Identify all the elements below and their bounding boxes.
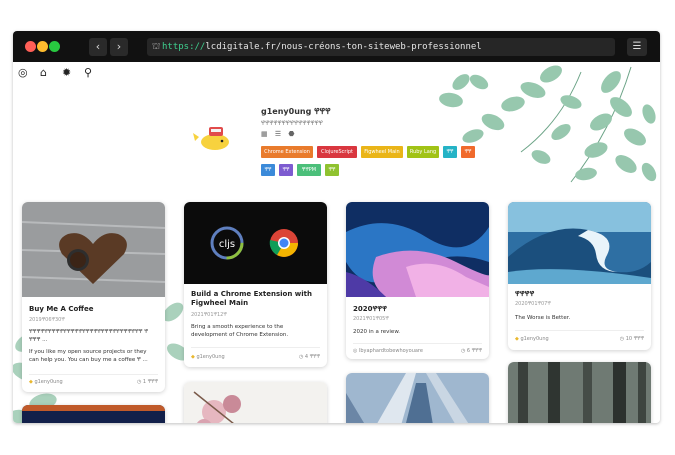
post-thumbnail <box>22 202 165 297</box>
page-content: ◎ ⌂ ✹ ⚲ g1eny0ung 𐐐𐐐𐐐 𐐐𐐐𐐐𐐐𐐐𐐐𐐐𐐐𐐐𐐐𐐐𐐐𐐐𐐐𐐐 ▦ … <box>13 62 660 423</box>
post-meta: ◆ g1eny0ung ◷ 4 𐐐𐐐𐐐 <box>191 354 320 362</box>
post-read-time: ◷ 6 𐐐𐐐𐐐 <box>460 348 482 354</box>
post-card[interactable]: 2020𐐐𐐐𐐐 2021𐐐01𐐐05𐐐 2020 in a review. ◎ … <box>346 202 489 359</box>
post-title[interactable]: Build a Chrome Extension with Figwheel M… <box>191 290 316 308</box>
post-title[interactable]: 𐐐𐐐𐐐𐐐 <box>515 290 534 299</box>
tag-figwheel-main[interactable]: Figwheel Main <box>361 146 403 158</box>
post-date: 2020𐐐01𐐐07𐐐 <box>515 301 551 307</box>
post-card[interactable] <box>508 362 651 423</box>
archive-icon[interactable]: ▦ <box>261 130 268 138</box>
card-divider <box>29 374 158 375</box>
post-thumbnail <box>346 202 489 297</box>
post-card[interactable] <box>184 382 327 423</box>
post-thumbnail <box>508 362 651 423</box>
post-excerpt: 𐐐𐐐𐐐𐐐𐐐𐐐𐐐𐐐𐐐𐐐𐐐𐐐𐐐𐐐𐐐𐐐𐐐𐐐𐐐𐐐𐐐𐐐𐐐𐐐𐐐𐐐𐐐𐐐𐐐𐐐 𐐐 𐐐𐐐𐐐 ... <box>29 329 149 343</box>
post-title[interactable]: Buy Me A Coffee <box>29 305 93 314</box>
profile-avatar <box>193 127 229 150</box>
post-card[interactable]: Buy Me A Coffee 2019𐐐06𐐐30𐐐 𐐐𐐐𐐐𐐐𐐐𐐐𐐐𐐐𐐐𐐐𐐐𐐐… <box>22 202 165 392</box>
post-thumbnail <box>184 382 327 423</box>
profile-username: g1eny0ung 𐐐𐐐𐐐 <box>261 107 331 116</box>
tag-item[interactable]: 𐐐𐐐 <box>261 164 275 176</box>
tag-item[interactable]: 𐐐𐐐 <box>461 146 475 158</box>
hamburger-icon: ☰ <box>632 41 642 52</box>
home-icon[interactable]: ⌂ <box>40 67 47 79</box>
post-excerpt: 2020 in a review. <box>353 329 401 335</box>
github-icon[interactable]: ◎ <box>18 67 28 79</box>
post-title[interactable]: 2020𐐐𐐐𐐐 <box>353 305 387 314</box>
card-divider <box>191 347 320 348</box>
cljs-logo-text: cljs <box>219 239 235 250</box>
address-bar[interactable]: ⛫ https://lcdigitale.fr/nous-créons-ton-… <box>147 38 615 56</box>
minimize-window-button[interactable] <box>37 41 48 52</box>
settings-icon[interactable]: ✹ <box>62 67 71 79</box>
post-thumbnail <box>22 405 165 423</box>
post-card[interactable]: cljs Build a Chrome Extension with Figwh… <box>184 202 327 367</box>
search-icon[interactable]: ⚲ <box>84 67 92 79</box>
tag-chrome-extension[interactable]: Chrome Extension <box>261 146 313 158</box>
post-author: ◆ g1eny0ung <box>29 379 63 385</box>
tag-item[interactable]: 𐐐𐐐 <box>325 164 339 176</box>
tag-item[interactable]: 𐐐𐐐 <box>279 164 293 176</box>
card-divider <box>353 343 482 344</box>
tag-clojurescript[interactable]: ClojureScript <box>317 146 357 158</box>
profile-links: ▦ ☰ ⬣ <box>261 130 300 138</box>
post-card[interactable] <box>22 405 165 423</box>
post-author: ◎ lbyaphardtobewhoyouare <box>353 348 423 354</box>
tag-ruby-lang[interactable]: Ruby Lang <box>407 146 439 158</box>
post-excerpt: Bring a smooth experience to the develop… <box>191 324 289 338</box>
browser-menu-button[interactable]: ☰ <box>627 38 647 56</box>
post-date: 2021𐐐01𐐐05𐐐 <box>353 316 389 322</box>
card-divider <box>515 330 644 331</box>
profile-bio: 𐐐𐐐𐐐𐐐𐐐𐐐𐐐𐐐𐐐𐐐𐐐𐐐𐐐𐐐𐐐 <box>261 120 323 127</box>
post-read-time: ◷ 4 𐐐𐐐𐐐 <box>298 354 320 360</box>
url-text: lcdigitale.fr/nous-créons-ton-siteweb-pr… <box>205 42 482 52</box>
back-button[interactable]: ‹ <box>89 38 107 56</box>
chevron-left-icon: ‹ <box>95 40 101 53</box>
post-date: 2019𐐐06𐐐30𐐐 <box>29 317 65 323</box>
close-window-button[interactable] <box>25 41 36 52</box>
post-excerpt-2: If you like my open source projects or t… <box>29 349 148 363</box>
post-meta: ◆ g1eny0ung ◷ 1 𐐐𐐐𐐐 <box>29 379 158 387</box>
browser-window: ‹ › ⛫ https://lcdigitale.fr/nous-créons-… <box>13 31 660 423</box>
post-thumbnail <box>508 202 651 284</box>
post-thumbnail <box>346 373 489 423</box>
post-read-time: ◷ 1 𐐐𐐐𐐐 <box>136 379 158 385</box>
url-protocol: https:// <box>162 42 206 52</box>
post-author: ◆ g1eny0ung <box>191 354 225 360</box>
post-meta: ◆ g1eny0ung ◷ 10 𐐐𐐐𐐐 <box>515 336 644 344</box>
post-read-time: ◷ 10 𐐐𐐐𐐐 <box>619 336 644 342</box>
leaves-decoration-right <box>439 65 657 183</box>
list-icon[interactable]: ☰ <box>275 130 281 138</box>
post-thumbnail: cljs <box>184 202 327 284</box>
browser-titlebar: ‹ › ⛫ https://lcdigitale.fr/nous-créons-… <box>13 31 660 62</box>
chevron-right-icon: › <box>116 40 122 53</box>
maximize-window-button[interactable] <box>49 41 60 52</box>
tag-item[interactable]: 𐐐𐐐PM <box>297 164 321 176</box>
tag-item[interactable]: 𐐐𐐐 <box>443 146 457 158</box>
post-meta: ◎ lbyaphardtobewhoyouare ◷ 6 𐐐𐐐𐐐 <box>353 348 482 356</box>
post-card[interactable]: 𐐐𐐐𐐐𐐐 2020𐐐01𐐐07𐐐 The Worse is Better. ◆ … <box>508 202 651 350</box>
forward-button[interactable]: › <box>110 38 128 56</box>
tag-icon[interactable]: ⬣ <box>288 130 294 138</box>
lock-icon: ⛫ <box>152 42 161 52</box>
post-date: 2021𐐐01𐐐12𐐐 <box>191 312 227 318</box>
post-excerpt: The Worse is Better. <box>515 315 571 321</box>
post-author: ◆ g1eny0ung <box>515 336 549 342</box>
post-card[interactable] <box>346 373 489 423</box>
